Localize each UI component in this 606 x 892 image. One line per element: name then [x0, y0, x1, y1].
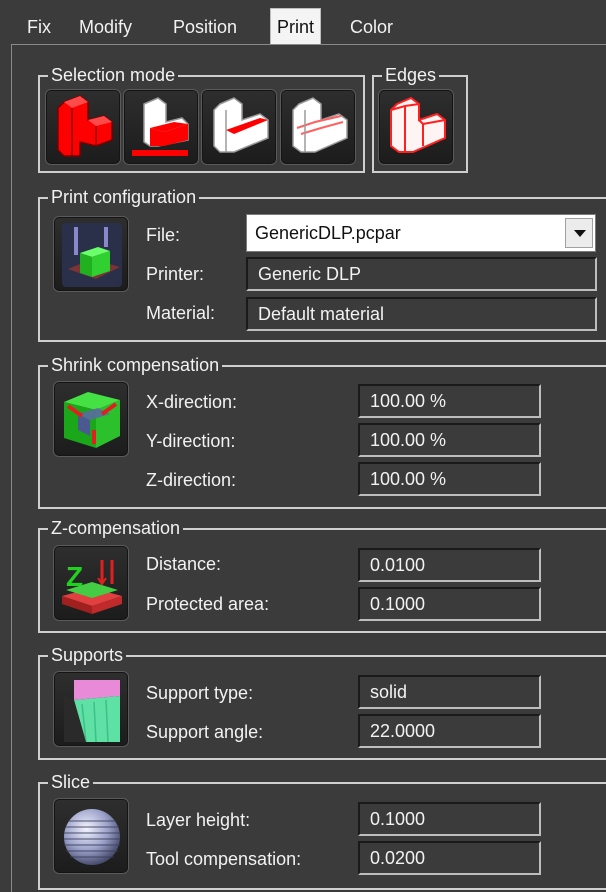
- file-select-value: GenericDLP.pcpar: [255, 223, 401, 243]
- tab-color[interactable]: Color: [350, 10, 393, 44]
- z-direction-label: Z-direction:: [146, 470, 237, 490]
- tab-fix[interactable]: Fix: [27, 10, 51, 44]
- select-edge-button[interactable]: [201, 89, 277, 165]
- selection-mode-title: Selection mode: [48, 64, 179, 86]
- material-label: Material:: [146, 303, 216, 323]
- tab-modify[interactable]: Modify: [79, 10, 132, 44]
- file-label: File:: [146, 225, 181, 245]
- z-compensation-title: Z-compensation: [48, 517, 184, 539]
- tab-bar: Fix Modify Position Print Color: [0, 0, 606, 46]
- supports-button[interactable]: [53, 671, 129, 747]
- select-face-button[interactable]: [123, 89, 199, 165]
- svg-text:Z: Z: [66, 561, 83, 592]
- printer-label: Printer:: [146, 264, 205, 284]
- layer-height-field[interactable]: 0.1000: [358, 802, 541, 836]
- select-face-icon: [132, 97, 189, 156]
- slice-icon: [64, 809, 120, 865]
- chevron-down-icon[interactable]: [565, 218, 593, 248]
- support-type-field[interactable]: solid: [358, 675, 541, 709]
- select-edge-icon: [213, 97, 269, 153]
- layer-height-label: Layer height:: [146, 810, 251, 830]
- select-solid-icon: [57, 95, 113, 157]
- edges-button[interactable]: [378, 89, 454, 165]
- z-compensation-icon: Z: [62, 560, 122, 614]
- select-outline-button[interactable]: [280, 89, 356, 165]
- select-outline-icon: [292, 97, 348, 153]
- shrink-compensation-button[interactable]: [53, 381, 129, 457]
- distance-field[interactable]: 0.0100: [358, 548, 541, 582]
- edges-outline-icon: [390, 96, 446, 153]
- slice-button[interactable]: [53, 798, 129, 874]
- x-direction-label: X-direction:: [146, 392, 238, 412]
- tool-compensation-label: Tool compensation:: [146, 849, 302, 869]
- x-direction-field[interactable]: 100.00 %: [358, 384, 541, 418]
- z-direction-field[interactable]: 100.00 %: [358, 462, 541, 496]
- material-field[interactable]: Default material: [246, 297, 597, 331]
- y-direction-field[interactable]: 100.00 %: [358, 423, 541, 457]
- tab-position[interactable]: Position: [173, 10, 237, 44]
- support-angle-label: Support angle:: [146, 722, 264, 742]
- tab-print[interactable]: Print: [270, 8, 322, 46]
- slice-title: Slice: [48, 771, 94, 793]
- supports-icon: [64, 680, 120, 743]
- print-config-icon: [62, 223, 122, 287]
- shrink-compensation-title: Shrink compensation: [48, 354, 223, 376]
- tool-compensation-field[interactable]: 0.0200: [358, 841, 541, 875]
- select-solid-button[interactable]: [45, 89, 121, 165]
- protected-area-field[interactable]: 0.1000: [358, 587, 541, 621]
- y-direction-label: Y-direction:: [146, 431, 236, 451]
- distance-label: Distance:: [146, 554, 222, 574]
- shrink-compensation-icon: [64, 392, 120, 448]
- edges-title: Edges: [382, 64, 440, 86]
- print-config-button[interactable]: [53, 216, 129, 292]
- support-angle-field[interactable]: 22.0000: [358, 714, 541, 748]
- protected-area-label: Protected area:: [146, 594, 270, 614]
- supports-title: Supports: [48, 644, 127, 666]
- file-select[interactable]: GenericDLP.pcpar: [246, 214, 596, 252]
- print-configuration-title: Print configuration: [48, 186, 200, 208]
- support-type-label: Support type:: [146, 683, 254, 703]
- printer-field[interactable]: Generic DLP: [246, 257, 597, 291]
- z-compensation-button[interactable]: Z: [53, 545, 129, 621]
